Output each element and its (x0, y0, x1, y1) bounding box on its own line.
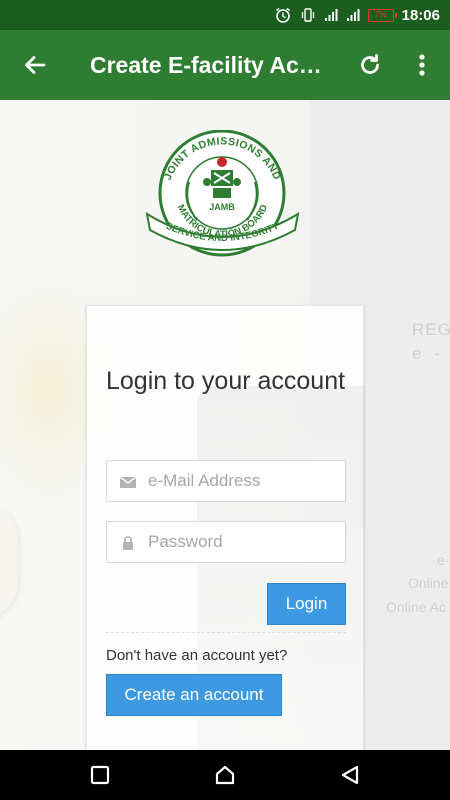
background-text: e - P (412, 344, 450, 363)
arrow-left-icon[interactable] (20, 50, 50, 80)
divider (106, 632, 346, 633)
battery-icon: 7% (367, 8, 397, 22)
login-card: Login to your account Login Don't have a… (86, 305, 365, 750)
jamb-logo: JOINT ADMISSIONS AND MATRICULATION BOARD… (145, 130, 300, 257)
email-input[interactable] (148, 461, 338, 501)
background-text: e- (437, 552, 450, 568)
refresh-icon[interactable] (355, 50, 385, 80)
navigation-bar (0, 750, 450, 800)
password-field[interactable] (106, 521, 346, 563)
status-time: 18:06 (401, 6, 440, 24)
status-bar: 7% 18:06 (0, 0, 450, 30)
logo-center-text: JAMB (209, 202, 235, 212)
alarm-icon (274, 6, 292, 24)
web-content: REG e - P e- Online Online Ac JOINT ADMI… (0, 100, 450, 750)
app-bar: Create E-facility Account (0, 30, 450, 100)
lock-icon (119, 534, 137, 552)
vibrate-icon (300, 7, 316, 23)
background-image (0, 500, 18, 620)
create-account-button[interactable]: Create an account (106, 674, 282, 716)
home-icon[interactable] (213, 763, 237, 787)
signal-icon (324, 8, 338, 22)
page-title: Create E-facility Account (90, 52, 325, 78)
login-heading: Login to your account (106, 367, 346, 395)
status-icons: 7% 18:06 (274, 0, 440, 30)
email-field[interactable] (106, 460, 346, 502)
back-triangle-icon[interactable] (338, 763, 362, 787)
password-input[interactable] (148, 522, 338, 562)
background-text: Online Ac (386, 599, 446, 615)
background-text: REG (412, 320, 450, 339)
no-account-text: Don't have an account yet? (106, 647, 288, 664)
login-button[interactable]: Login (267, 583, 346, 625)
signal-icon (346, 8, 360, 22)
background-text: Online (408, 575, 449, 591)
envelope-icon (119, 473, 137, 491)
recent-apps-icon[interactable] (88, 763, 112, 787)
more-vert-icon[interactable] (410, 50, 434, 80)
